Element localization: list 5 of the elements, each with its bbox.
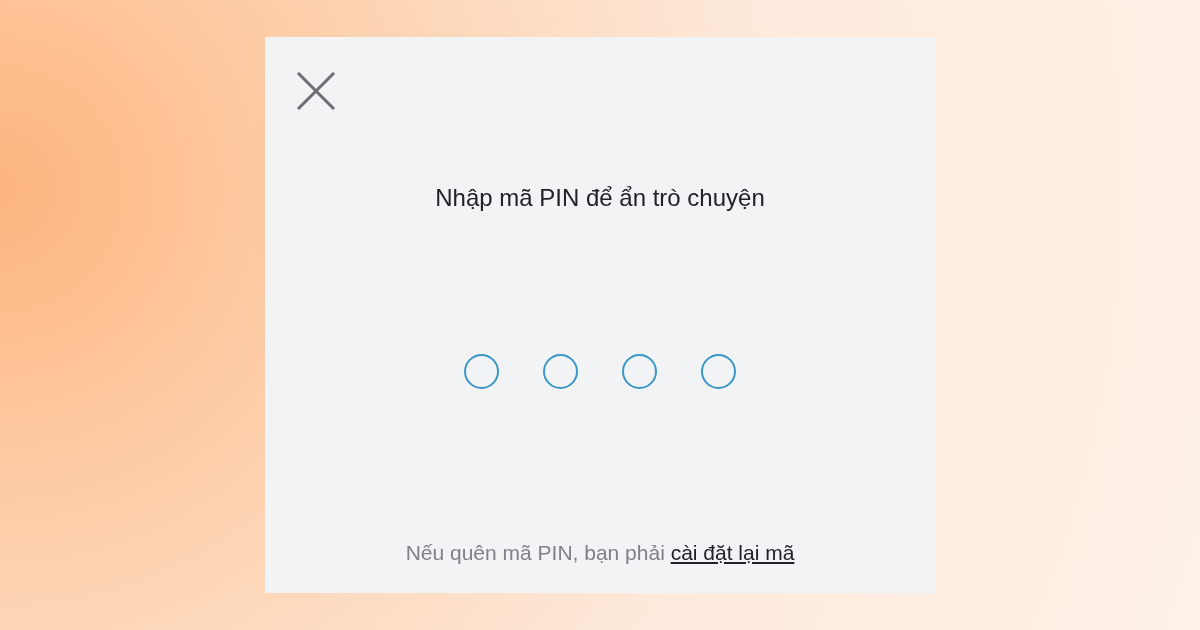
dialog-title: Nhập mã PIN để ẩn trò chuyện	[434, 183, 766, 213]
close-icon	[296, 72, 336, 110]
footer-note: Nếu quên mã PIN, bạn phải cài đặt lại mã	[404, 540, 796, 566]
close-button[interactable]	[296, 72, 336, 110]
reset-code-link[interactable]: cài đặt lại mã	[670, 541, 795, 564]
